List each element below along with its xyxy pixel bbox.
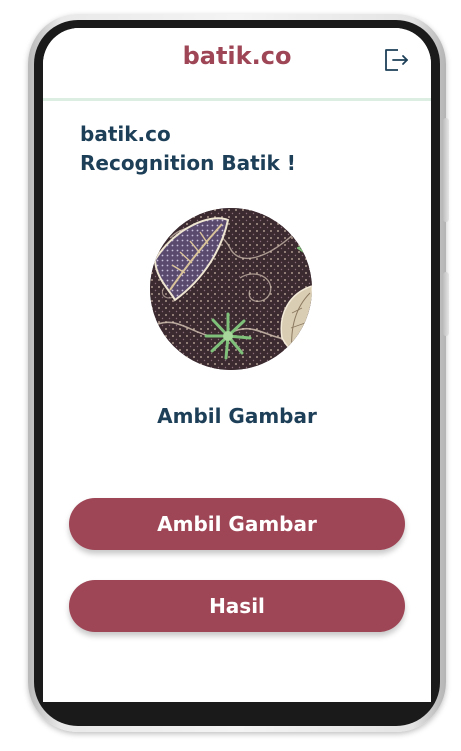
phone-side-button-top <box>443 118 449 222</box>
phone-side-button-bottom <box>443 272 449 336</box>
logout-icon[interactable] <box>383 47 409 73</box>
app-title: batik.co <box>182 42 292 70</box>
result-button[interactable]: Hasil <box>69 580 405 632</box>
app-screen: batik.co batik.co Recognition Batik ! Am… <box>43 28 431 702</box>
intro-brand: batik.co <box>80 122 171 146</box>
batik-preview-image <box>150 208 312 370</box>
preview-caption: Ambil Gambar <box>157 404 317 428</box>
intro-tagline: Recognition Batik ! <box>80 151 296 175</box>
app-bar: batik.co <box>43 28 431 101</box>
take-photo-button[interactable]: Ambil Gambar <box>69 498 405 550</box>
